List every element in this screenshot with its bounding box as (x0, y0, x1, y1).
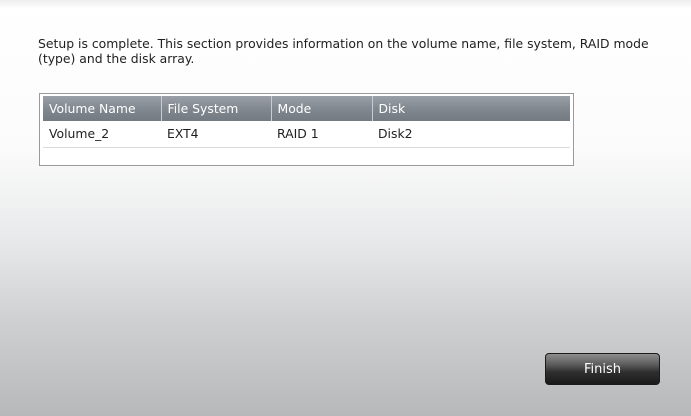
finish-button[interactable]: Finish (545, 353, 660, 385)
top-strip (0, 0, 691, 9)
volume-table: Volume Name File System Mode Disk Volume… (43, 96, 570, 148)
cell-disk: Disk2 (372, 121, 570, 148)
column-header-mode[interactable]: Mode (271, 96, 373, 121)
table-row[interactable]: Volume_2 EXT4 RAID 1 Disk2 (43, 121, 570, 148)
volume-table-frame: Volume Name File System Mode Disk Volume… (39, 93, 574, 166)
column-header-disk[interactable]: Disk (372, 96, 570, 121)
cell-file-system: EXT4 (161, 121, 271, 148)
setup-complete-description: Setup is complete. This section provides… (38, 36, 649, 66)
cell-mode: RAID 1 (271, 121, 372, 148)
column-header-file-system[interactable]: File System (161, 96, 272, 121)
table-header-row: Volume Name File System Mode Disk (43, 96, 570, 121)
column-header-volume-name[interactable]: Volume Name (43, 96, 162, 121)
cell-volume-name: Volume_2 (43, 121, 161, 148)
wizard-panel: Setup is complete. This section provides… (0, 0, 691, 416)
